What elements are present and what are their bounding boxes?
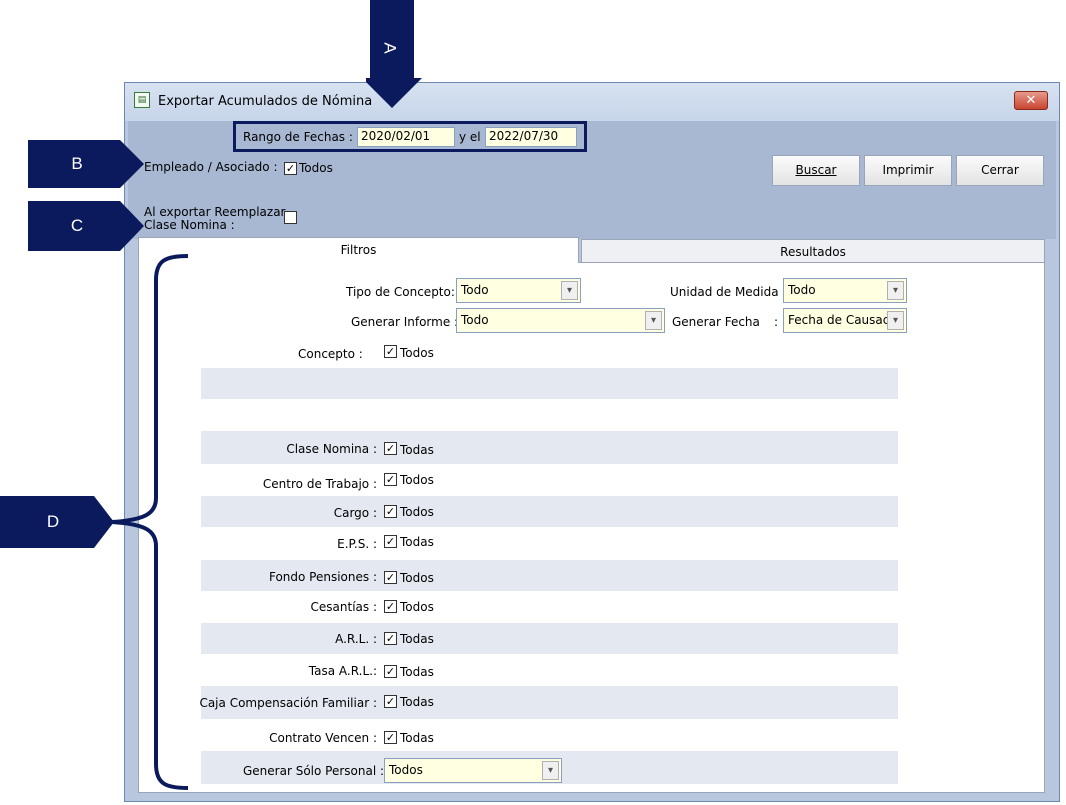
date-gen-label: Generar Fecha — [672, 315, 760, 329]
brace-bracket — [111, 254, 189, 790]
replace-label-line2: Clase Nomina : — [144, 218, 235, 232]
annotation-d-label: D — [46, 512, 60, 531]
filter-row-label: Cesantías : — [310, 600, 377, 614]
replace-label-line1: Al exportar Reemplazar — [144, 205, 286, 219]
filter-row-all-label: Todos — [400, 600, 434, 614]
employee-label: Empleado / Asociado : — [144, 160, 278, 174]
date-to-input[interactable]: 2022/07/30 — [485, 127, 577, 147]
employee-all-checkbox[interactable]: ✓ — [284, 162, 297, 175]
row-band — [201, 623, 898, 654]
filter-row-checkbox[interactable]: ✓ — [384, 535, 397, 548]
unit-label: Unidad de Medida : — [670, 285, 787, 299]
close-window-button[interactable]: ✕ — [1014, 91, 1048, 110]
annotation-a-arrow — [366, 0, 422, 108]
filter-row-checkbox[interactable]: ✓ — [384, 442, 397, 455]
replace-checkbox[interactable] — [284, 211, 297, 224]
filter-row-label: Clase Nomina : — [286, 442, 377, 456]
unit-select[interactable]: Todo ▾ — [783, 278, 907, 303]
date-connector-label: y el — [459, 130, 481, 144]
tab-filters[interactable]: Filtros — [138, 237, 579, 263]
filter-row-all-label: Todas — [400, 665, 434, 679]
report-label: Generar Informe : — [351, 315, 459, 329]
date-from-input[interactable]: 2020/02/01 — [357, 127, 455, 147]
filter-row-checkbox[interactable]: ✓ — [384, 505, 397, 518]
filter-row-all-label: Todas — [400, 443, 434, 457]
date-range-label: Rango de Fechas : — [243, 130, 353, 144]
concept-label: Concepto : — [298, 347, 363, 361]
search-button[interactable]: Buscar — [772, 155, 860, 186]
annotation-b-label: B — [71, 154, 83, 173]
app-icon: ▤ — [134, 92, 150, 108]
chevron-down-icon[interactable]: ▾ — [887, 311, 904, 330]
chevron-down-icon[interactable]: ▾ — [561, 281, 578, 300]
filter-row-label: A.R.L. : — [335, 632, 377, 646]
personal-select[interactable]: Todos ▾ — [384, 758, 562, 783]
window-title: Exportar Acumulados de Nómina — [158, 94, 373, 109]
search-button-label: Buscar — [795, 163, 837, 177]
tab-results[interactable]: Resultados — [581, 239, 1045, 263]
filter-row-all-label: Todos — [400, 571, 434, 585]
filter-row-all-label: Todas — [400, 632, 434, 646]
concept-all-checkbox[interactable]: ✓ — [384, 345, 397, 358]
date-gen-colon: : — [774, 315, 779, 329]
concept-all-label: Todos — [400, 346, 434, 360]
unit-value: Todo — [788, 283, 816, 297]
annotation-c-label: C — [70, 216, 84, 235]
concept-type-label: Tipo de Concepto: — [346, 285, 455, 299]
report-select[interactable]: Todo ▾ — [456, 308, 665, 333]
print-button[interactable]: Imprimir — [864, 155, 952, 186]
filter-row-all-label: Todos — [400, 473, 434, 487]
filter-row-label: E.P.S. : — [337, 537, 377, 551]
filter-row-label: Centro de Trabajo : — [262, 477, 377, 491]
concept-type-select[interactable]: Todo ▾ — [456, 278, 581, 303]
filter-row-checkbox[interactable]: ✓ — [384, 473, 397, 486]
filter-row-label: Fondo Pensiones : — [268, 570, 377, 584]
filter-row-checkbox[interactable]: ✓ — [384, 695, 397, 708]
date-gen-select[interactable]: Fecha de Causac ▾ — [783, 308, 907, 333]
personal-value: Todos — [389, 763, 423, 777]
filter-row-checkbox[interactable]: ✓ — [384, 632, 397, 645]
filter-row-all-label: Todas — [400, 695, 434, 709]
filter-row-checkbox[interactable]: ✓ — [384, 731, 397, 744]
annotation-a-label: A — [380, 42, 400, 54]
chevron-down-icon[interactable]: ▾ — [645, 311, 662, 330]
filter-row-all-label: Todos — [400, 505, 434, 519]
filter-row-label: Caja Compensación Familiar : — [199, 696, 377, 710]
filter-row-label: Cargo : — [333, 506, 377, 520]
filter-row-checkbox[interactable]: ✓ — [384, 665, 397, 678]
report-value: Todo — [461, 313, 489, 327]
personal-label: Generar Sólo Personal : — [243, 764, 385, 778]
chevron-down-icon[interactable]: ▾ — [887, 281, 904, 300]
filter-row-checkbox[interactable]: ✓ — [384, 571, 397, 584]
filter-row-all-label: Todas — [400, 731, 434, 745]
filter-row-label: Contrato Vencen : — [269, 731, 377, 745]
filter-row-label: Tasa A.R.L.: — [308, 664, 377, 678]
filter-row-all-label: Todas — [400, 535, 434, 549]
concept-list-band — [201, 368, 898, 399]
date-gen-value: Fecha de Causac — [788, 313, 890, 327]
filter-row-checkbox[interactable]: ✓ — [384, 600, 397, 613]
close-button[interactable]: Cerrar — [956, 155, 1044, 186]
employee-all-label: Todos — [299, 161, 333, 175]
concept-type-value: Todo — [461, 283, 489, 297]
chevron-down-icon[interactable]: ▾ — [542, 761, 559, 780]
row-band — [201, 496, 898, 527]
